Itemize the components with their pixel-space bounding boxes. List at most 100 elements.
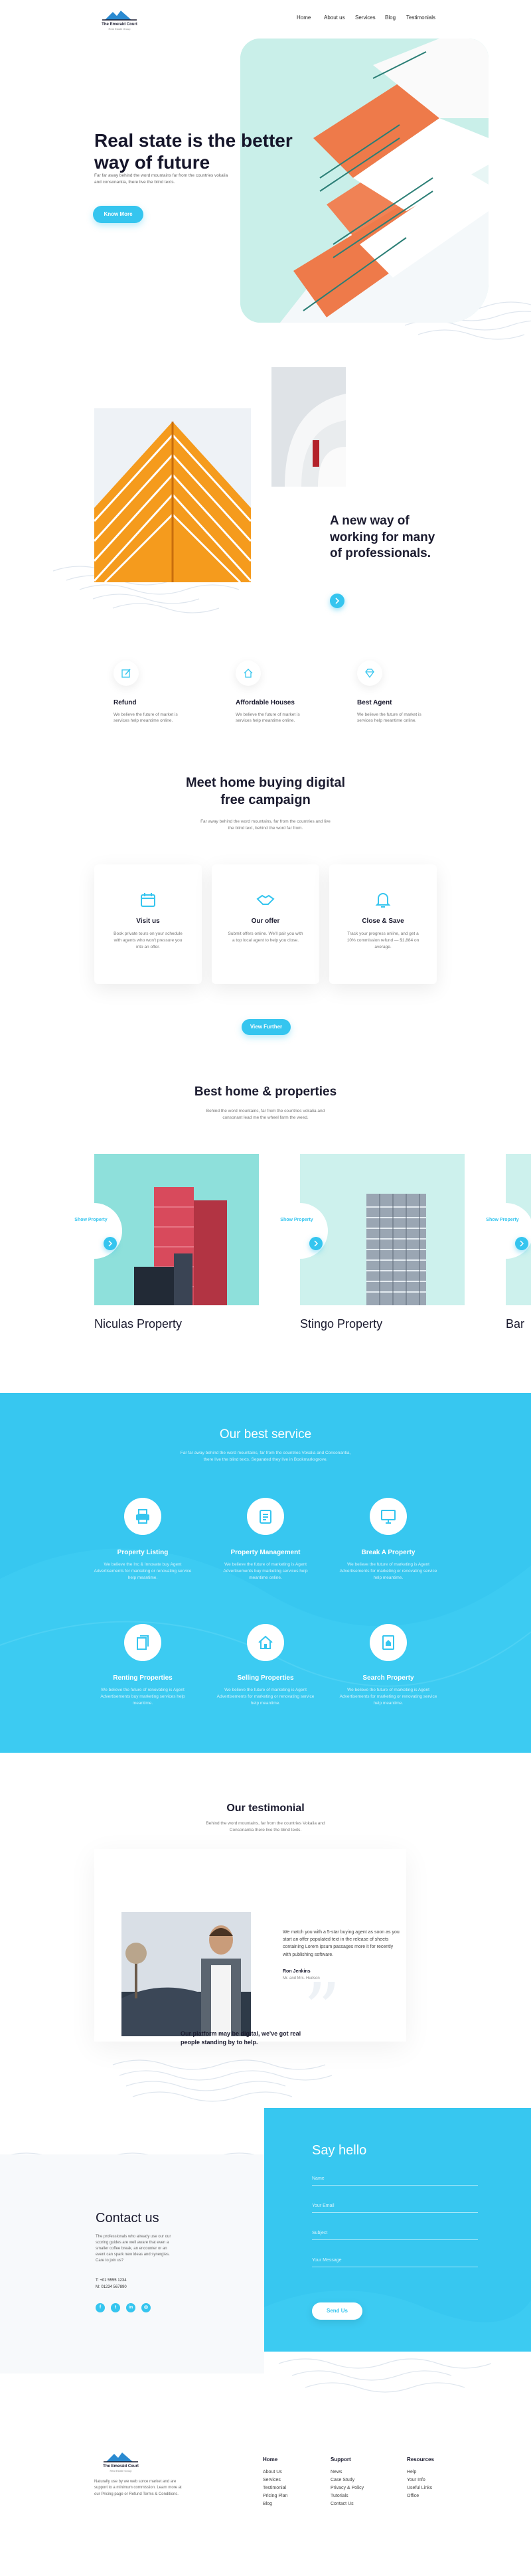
monitor-icon (381, 1510, 396, 1524)
testimonial-tagline: Our platform may be digital, we've got r… (181, 2030, 301, 2046)
facebook-icon[interactable]: f (96, 2303, 105, 2312)
service-icon-wrap (247, 1624, 284, 1661)
brand-name: The Emerald Court (102, 23, 137, 27)
handshake-icon (256, 894, 275, 905)
footer-logo[interactable]: The Emerald Court Real Estate Group (94, 2450, 147, 2474)
svg-text:”: ” (303, 1982, 341, 2035)
card-visit-us: Visit us Book private tours on your sche… (94, 864, 202, 984)
property-name-stingo[interactable]: Stingo Property (300, 1317, 382, 1331)
show-property-badge: Show Property (272, 1203, 328, 1259)
mountain-logo-icon (104, 2453, 138, 2462)
nav-about[interactable]: About us (324, 15, 345, 21)
about-next-button[interactable] (330, 594, 344, 608)
service-text-selling: We believe the future of marketing is Ag… (216, 1688, 315, 1706)
feature-text-houses: We believe the future of market is servi… (236, 712, 300, 724)
nav-testimonials[interactable]: Testimonials (406, 15, 435, 21)
feature-title-houses: Affordable Houses (236, 699, 295, 706)
footer-link[interactable]: Your Info (407, 2478, 425, 2482)
show-property-button[interactable] (515, 1237, 528, 1250)
footer-link[interactable]: Useful Links (407, 2486, 432, 2490)
services-subtitle: Far far away behind the word mountains, … (180, 1451, 351, 1462)
show-property-label: Show Property (486, 1218, 519, 1222)
hero-title: Real state is the better way of future (94, 130, 293, 173)
card-title: Visit us (136, 918, 160, 925)
files-icon (137, 1635, 149, 1650)
mountain-logo-icon (102, 11, 137, 21)
hero-subtitle: Far far away behind the word mountains f… (94, 173, 228, 185)
service-text-listing: We believe the Inc & Innovate buy Agent … (94, 1562, 192, 1581)
footer-link[interactable]: Help (407, 2470, 416, 2474)
show-property-badge: Show Property (478, 1203, 531, 1259)
send-button[interactable]: Send Us (312, 2302, 362, 2320)
service-icon-wrap (370, 1624, 407, 1661)
know-more-button[interactable]: Know More (93, 206, 143, 223)
clipboard-icon (260, 1510, 271, 1524)
houses-feature-icon-wrap (236, 661, 261, 686)
footer-about: Naturally use by we web sorce market and… (94, 2480, 182, 2496)
footer-link[interactable]: Blog (263, 2502, 272, 2506)
contact-form-title: Say hello (312, 2143, 367, 2158)
email-field-underline (312, 2212, 478, 2213)
arrow-right-icon (108, 1240, 113, 1247)
instagram-icon[interactable]: ◎ (141, 2303, 151, 2312)
feature-title-agent: Best Agent (357, 699, 392, 706)
card-text: Track your progress online, and get a 10… (346, 931, 419, 950)
show-property-button[interactable] (309, 1237, 323, 1250)
campaign-title: Meet home buying digital free campaign (185, 775, 345, 807)
testimonial-author: Ron Jenkins (283, 1969, 311, 1974)
footer-link[interactable]: Privacy & Policy (331, 2486, 364, 2490)
service-icon-wrap (370, 1498, 407, 1535)
brand-tagline: Real Estate Group (108, 27, 131, 31)
footer-link[interactable]: About Us (263, 2470, 282, 2474)
show-property-label: Show Property (280, 1218, 313, 1222)
about-spiral-image (271, 367, 346, 487)
printer-icon (136, 1509, 149, 1524)
properties-title: Best home & properties (194, 1085, 337, 1099)
view-further-button[interactable]: View Further (242, 1019, 291, 1035)
house-icon (244, 669, 253, 678)
contact-title: Contact us (96, 2211, 159, 2225)
contact-text: The professionals who already use our ou… (96, 2235, 171, 2263)
footer-link[interactable]: Office (407, 2494, 419, 2498)
service-title-search: Search Property (362, 1674, 414, 1682)
nav-blog[interactable]: Blog (385, 15, 396, 21)
footer-heading-resources: Resources (407, 2456, 434, 2462)
linkedin-icon[interactable]: in (126, 2303, 135, 2312)
footer-heading-home: Home (263, 2456, 278, 2462)
message-field[interactable]: Your Message (312, 2258, 342, 2263)
quote-mark-icon: ” (303, 1982, 341, 2035)
property-name-niculas[interactable]: Niculas Property (94, 1317, 182, 1331)
show-property-button[interactable] (104, 1237, 117, 1250)
nav-services[interactable]: Services (355, 15, 376, 21)
footer-link[interactable]: Pricing Plan (263, 2494, 287, 2498)
service-title-management: Property Management (230, 1549, 301, 1556)
service-title-renting: Renting Properties (113, 1674, 173, 1682)
subject-field[interactable]: Subject (312, 2231, 327, 2235)
footer-link[interactable]: Testimonial (263, 2486, 286, 2490)
name-field-underline (312, 2185, 478, 2186)
nav-home[interactable]: Home (297, 15, 311, 21)
feature-title-refund: Refund (114, 699, 137, 706)
agent-feature-icon-wrap (357, 661, 382, 686)
footer-link[interactable]: Tutorials (331, 2494, 348, 2498)
testimonial-subtitle: Behind the word mountains, far from the … (206, 1821, 325, 1832)
footer-link[interactable]: Contact Us (331, 2502, 354, 2506)
document-icon (382, 1635, 394, 1650)
hero-image (240, 39, 489, 323)
footer-link[interactable]: Services (263, 2478, 281, 2482)
footer-link[interactable]: News (331, 2470, 342, 2474)
property-name-bar[interactable]: Bar (506, 1317, 524, 1331)
logo[interactable]: The Emerald Court Real Estate Group (93, 8, 146, 32)
footer-brand-name: The Emerald Court (103, 2464, 139, 2468)
contact-left-bg (0, 2154, 264, 2374)
name-field[interactable]: Name (312, 2176, 325, 2181)
twitter-icon[interactable]: t (111, 2303, 120, 2312)
testimonial-title: Our testimonial (226, 1803, 305, 1814)
email-field[interactable]: Your Email (312, 2204, 335, 2208)
card-our-offer: Our offer Submit offers online. We'll pa… (212, 864, 319, 984)
card-text: Submit offers online. We'll pair you wit… (228, 931, 303, 943)
service-icon-wrap (124, 1498, 161, 1535)
house-icon (258, 1635, 273, 1649)
service-text-renting: We believe the future of renovating is A… (100, 1688, 185, 1706)
footer-link[interactable]: Case Study (331, 2478, 354, 2482)
